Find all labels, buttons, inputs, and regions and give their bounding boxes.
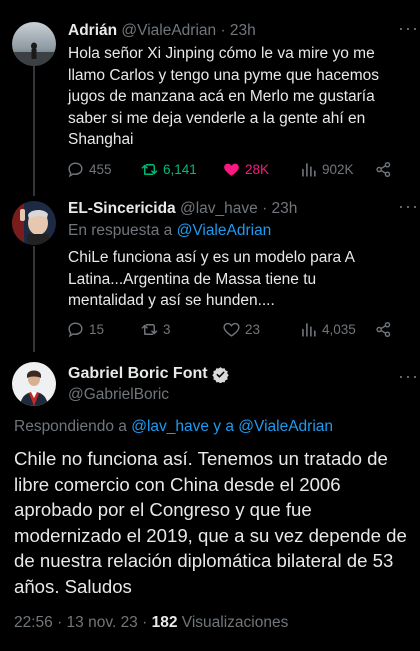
tweet-sincericida[interactable]: EL-Sincericida @lav_have · 23h ··· En re… — [0, 196, 420, 356]
views-label: Visualizaciones — [177, 614, 289, 631]
share-icon — [376, 321, 391, 338]
display-name[interactable]: EL-Sincericida — [68, 200, 176, 217]
reply-icon — [68, 162, 83, 178]
reply-prefix: En respuesta a — [68, 222, 177, 239]
share-icon — [376, 161, 391, 178]
views-icon — [302, 323, 316, 337]
display-name[interactable]: Gabriel Boric Font — [68, 365, 208, 383]
timestamp[interactable]: 22:56 · 13 nov. 23 · — [14, 614, 152, 631]
reply-count: 455 — [89, 162, 112, 177]
like-icon — [224, 163, 239, 176]
retweet-count: 6,141 — [163, 162, 197, 177]
like-icon — [223, 322, 240, 337]
avatar[interactable] — [12, 22, 56, 66]
tweet-header: Adrián @VialeAdrian · 23h — [68, 22, 256, 40]
tweet-text: ChiLe funciona así y es un modelo para A… — [68, 249, 355, 309]
like-button[interactable]: 28K — [222, 160, 269, 179]
retweet-button[interactable]: 6,141 — [140, 160, 197, 179]
like-button[interactable]: 23 — [222, 320, 260, 339]
reply-target-link[interactable]: @VialeAdrian — [177, 222, 272, 239]
avatar[interactable] — [12, 201, 56, 245]
more-icon[interactable]: ··· — [398, 196, 419, 217]
verified-icon — [211, 366, 229, 383]
views-count: 4,035 — [322, 322, 356, 337]
avatar[interactable] — [12, 362, 56, 406]
retweet-icon — [141, 164, 158, 175]
like-count: 23 — [245, 322, 261, 337]
views-button[interactable]: 4,035 — [299, 320, 356, 339]
reply-context: En respuesta a @VialeAdrian — [68, 222, 271, 240]
tweet-actions: 15 3 23 4,035 — [66, 320, 396, 342]
timestamp[interactable]: · 23h — [220, 22, 255, 39]
display-name[interactable]: Adrián — [68, 22, 117, 39]
share-button[interactable] — [374, 320, 397, 339]
views-button[interactable]: 902K — [299, 160, 354, 179]
views-icon — [302, 163, 316, 177]
tweet-actions: 455 6,141 28K 902K — [66, 160, 396, 182]
user-handle[interactable]: @VialeAdrian — [121, 22, 216, 39]
reply-prefix: Respondiendo a — [14, 418, 132, 435]
user-handle[interactable]: @GabrielBoric — [68, 386, 169, 404]
reply-button[interactable]: 15 — [66, 320, 104, 339]
tweet-adrian[interactable]: Adrián @VialeAdrian · 23h ··· Hola señor… — [0, 0, 420, 196]
user-handle[interactable]: @lav_have — [180, 200, 258, 217]
reply-icon — [68, 322, 83, 338]
tweet-header: EL-Sincericida @lav_have · 23h — [68, 200, 297, 218]
share-button[interactable] — [374, 160, 397, 179]
timestamp[interactable]: · 23h — [262, 200, 297, 217]
reply-button[interactable]: 455 — [66, 160, 112, 179]
reply-target-link[interactable]: @lav_have y a @VialeAdrian — [131, 418, 333, 435]
tweet-meta: 22:56 · 13 nov. 23 · 182 Visualizaciones — [14, 614, 288, 632]
more-icon[interactable]: ··· — [398, 18, 419, 39]
views-count: 182 — [151, 614, 178, 631]
main-display-name: Gabriel Boric Font — [68, 365, 229, 383]
views-count: 902K — [322, 162, 354, 177]
more-icon[interactable]: ··· — [398, 366, 419, 387]
retweet-icon — [141, 324, 158, 335]
reply-count: 15 — [89, 322, 105, 337]
like-count: 28K — [245, 162, 270, 177]
main-tweet-text: Chile no funciona así. Tenemos un tratad… — [14, 448, 407, 597]
retweet-button[interactable]: 3 — [140, 320, 171, 339]
tweet-text: Hola señor Xi Jinping cómo le va mire yo… — [68, 45, 380, 148]
retweet-count: 3 — [163, 322, 171, 337]
reply-context: Respondiendo a @lav_have y a @VialeAdria… — [14, 418, 333, 436]
